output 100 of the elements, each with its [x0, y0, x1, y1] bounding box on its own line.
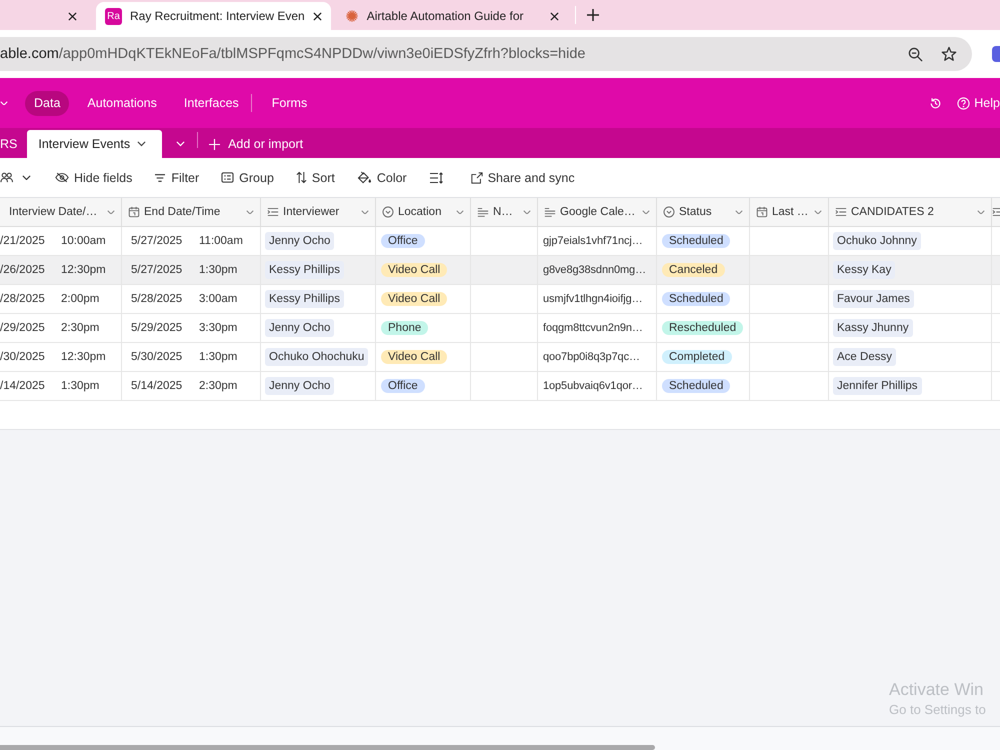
star-icon[interactable]: [941, 46, 957, 62]
nav-tab[interactable]: Data: [25, 90, 70, 116]
interviewer-tag: Jenny Ocho: [265, 232, 334, 250]
table-row[interactable]: /28/2025 2:00pm 5/28/2025 3:00am Kessy Phillips Video Call usmjfv1tlhgn4ioifjg… Scheduled Favour James: [0, 285, 1000, 314]
status-tag: Scheduled: [662, 234, 730, 248]
table-row[interactable]: /30/2025 12:30pm 5/30/2025 1:30pm Ochuko Ohochuku Video Call qoo7bp0i8q3p7qc… Completed Ace Dessy: [0, 343, 1000, 372]
help-button[interactable]: Help: [957, 96, 1000, 110]
date-text: 5/30/2025: [131, 351, 184, 363]
calendar-id-text: qoo7bp0i8q3p7qc…: [543, 351, 640, 363]
toolbar-button[interactable]: Color: [350, 164, 413, 190]
candidate-tag: Favour James: [833, 290, 914, 308]
calendar-id-text: gjp7eials1vhf71ncj…: [543, 235, 643, 247]
date-text: 5/27/2025: [131, 264, 184, 276]
date-text: 5/14/2025: [131, 380, 184, 392]
chevron-down-icon[interactable]: [137, 141, 146, 147]
sort-icon: [296, 171, 307, 184]
add-table-button[interactable]: Add or import: [200, 130, 312, 158]
toolbar-button[interactable]: Hide fields: [49, 164, 138, 190]
table-tab[interactable]: RS: [0, 130, 28, 158]
plus-icon[interactable]: [586, 9, 599, 21]
column-header[interactable]: End Date/Time: [122, 198, 261, 226]
eye-slash-icon: [55, 172, 69, 183]
time-text: 10:00am: [61, 235, 106, 247]
toolbar-button[interactable]: Sort: [290, 164, 341, 190]
filter-icon: [154, 172, 166, 182]
date-text: 5/28/2025: [131, 293, 184, 305]
plus-icon: [209, 138, 220, 150]
column-header[interactable]: Location: [376, 198, 471, 226]
candidate-tag: Kessy Kay: [833, 261, 896, 279]
location-tag: Video Call: [381, 292, 448, 306]
calendar-id-text: usmjfv1tlhgn4ioifjg…: [543, 293, 642, 305]
chevron-down-icon[interactable]: [22, 174, 31, 180]
group-icon: [221, 172, 234, 183]
people-icon[interactable]: [0, 172, 13, 183]
status-tag: Rescheduled: [662, 321, 744, 335]
interviewer-tag: Jenny Ocho: [265, 377, 334, 395]
candidate-tag: Jennifer Phillips: [833, 377, 922, 395]
column-header[interactable]: CANDIDATES 2: [829, 198, 992, 226]
time-text: 3:00am: [199, 293, 238, 305]
time-text: 1:30pm: [61, 380, 100, 392]
close-icon[interactable]: [312, 12, 322, 20]
browser-tab[interactable]: Airtable Automation Guide for: [336, 2, 568, 30]
calendar-id-text: foqgm8ttcvun2n9n…: [543, 322, 643, 334]
help-icon: [957, 96, 970, 110]
column-header[interactable]: Last …: [750, 198, 829, 226]
location-tag: Video Call: [381, 263, 448, 277]
date-text: 5/27/2025: [131, 235, 184, 247]
table-row[interactable]: /14/2025 1:30pm 5/14/2025 2:30pm Jenny Ocho Office 1op5ubvaiq6v1qor… Scheduled Jennifer Phillips: [0, 372, 1000, 401]
toolbar-button[interactable]: Share and sync: [464, 164, 581, 190]
share-icon: [470, 172, 483, 184]
interviewer-tag: Kessy Phillips: [265, 290, 344, 308]
zoom-out-icon[interactable]: [908, 46, 923, 62]
column-header[interactable]: Interview Date/…: [0, 198, 122, 226]
column-header[interactable]: Google Cale…: [538, 198, 657, 226]
date-text: /29/2025: [0, 322, 46, 334]
table-tab[interactable]: Interview Events: [27, 130, 162, 158]
address-bar[interactable]: able.com/app0mHDqKTEkNEoFa/tblMSPFqmcS4NPDDw/viwn3e0iEDSfyZfrh?blocks=hide: [0, 37, 972, 71]
location-tag: Office: [381, 379, 425, 393]
asterisk-icon: [344, 9, 359, 23]
table-row[interactable]: /29/2025 2:30pm 5/29/2025 3:30pm Jenny Ocho Phone foqgm8ttcvun2n9n… Rescheduled Kassy Jhunny: [0, 314, 1000, 343]
nav-tab[interactable]: Automations: [78, 90, 166, 116]
location-tag: Phone: [381, 321, 428, 335]
column-header[interactable]: N…: [471, 198, 538, 226]
close-icon[interactable]: [68, 12, 77, 20]
calendar-id-text: 1op5ubvaiq6v1qor…: [543, 380, 643, 392]
single-select-icon: [382, 206, 394, 218]
toolbar-button[interactable]: Group: [215, 164, 280, 190]
toolbar-button[interactable]: Filter: [148, 164, 206, 190]
table-row[interactable]: /21/2025 10:00am 5/27/2025 11:00am Jenny Ocho Office gjp7eials1vhf71ncj… Scheduled Ochuko Johnny: [0, 227, 1000, 256]
extension-icon[interactable]: [992, 46, 1000, 62]
nav-tab[interactable]: Interfaces: [174, 90, 248, 116]
history-icon[interactable]: [929, 96, 942, 110]
column-header[interactable]: Status: [657, 198, 750, 226]
linked-record-icon: [835, 206, 847, 218]
status-tag: Scheduled: [662, 292, 730, 306]
column-header[interactable]: Interviewer: [261, 198, 376, 226]
time-text: 12:30pm: [61, 351, 106, 363]
status-tag: Canceled: [662, 263, 725, 277]
time-text: 2:30pm: [199, 380, 238, 392]
time-text: 3:30pm: [199, 322, 238, 334]
status-tag: Completed: [662, 350, 732, 364]
paint-bucket-icon: [356, 171, 372, 184]
date-text: /14/2025: [0, 380, 46, 392]
calendar-icon: [128, 206, 140, 218]
interviewer-tag: Ochuko Ohochuku: [265, 348, 368, 366]
time-text: 11:00am: [199, 235, 243, 247]
nav-tab[interactable]: Forms: [262, 90, 316, 116]
location-tag: Office: [381, 234, 425, 248]
time-text: 1:30pm: [199, 351, 238, 363]
date-text: /26/2025: [0, 264, 46, 276]
calendar-id-text: g8ve8g38sdnn0mg…: [543, 264, 646, 276]
candidate-tag: Kassy Jhunny: [833, 319, 913, 337]
row-height-icon[interactable]: [428, 172, 443, 184]
browser-tab[interactable]: Ra Ray Recruitment: Interview Even: [96, 2, 331, 30]
calendar-icon: [756, 206, 768, 218]
candidate-tag: Ace Dessy: [833, 348, 896, 366]
interviewer-tag: Jenny Ocho: [265, 319, 334, 337]
horizontal-scrollbar[interactable]: [0, 745, 655, 750]
table-row[interactable]: /26/2025 12:30pm 5/27/2025 1:30pm Kessy Phillips Video Call g8ve8g38sdnn0mg… Canceled Kessy Kay: [0, 256, 1000, 285]
close-icon[interactable]: [550, 12, 559, 20]
